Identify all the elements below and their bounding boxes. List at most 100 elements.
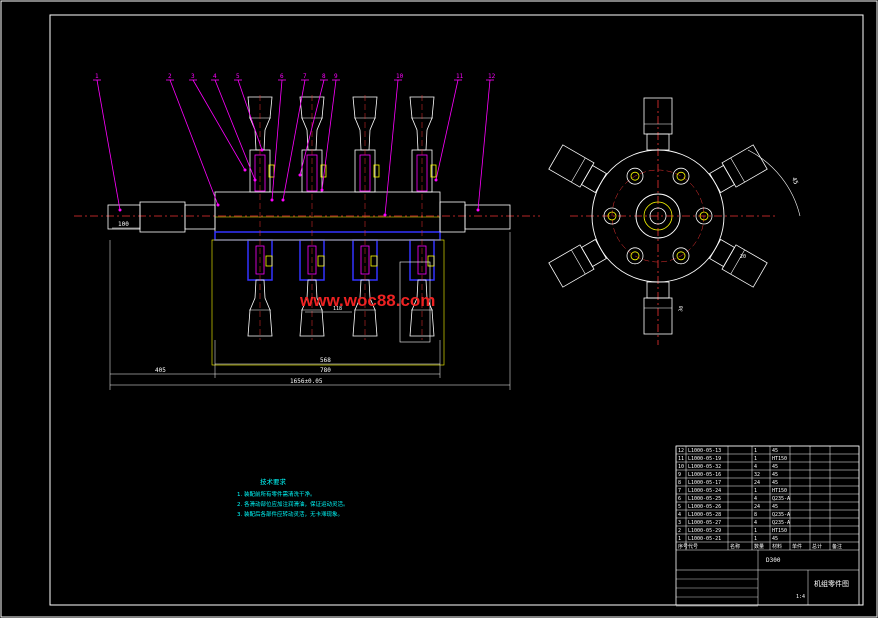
bom-cell: L1000-05-17 [688, 480, 721, 486]
watermark-text: www.woc88.com [299, 291, 435, 310]
bom-cell: 1 [754, 456, 757, 462]
leader-dot [320, 188, 324, 192]
bom-cell: 8 [754, 512, 757, 518]
main-body [214, 191, 441, 233]
balloon-1: 1 [95, 73, 99, 80]
bom-cell: 9 [678, 472, 681, 478]
leader-line [96, 79, 121, 211]
balloon-9: 9 [334, 73, 338, 80]
outer-frame [0, 0, 878, 618]
balloon-5: 5 [236, 73, 240, 80]
bom-cell: HT150 [772, 456, 787, 462]
bom-cell: L1000-05-24 [688, 488, 721, 494]
arm-cup [721, 144, 768, 188]
bom-header-cell: 材料 [772, 543, 782, 550]
balloon-10: 10 [396, 73, 404, 80]
bom-cell: 45 [772, 472, 778, 478]
title-code: D300 [766, 557, 781, 564]
leader-line [477, 79, 491, 211]
note-1: 1. 装配前所有零件需清洗干净。 [237, 490, 316, 498]
leader-line [384, 79, 399, 216]
leader-dot [243, 168, 247, 172]
dim-side-b: 20 [740, 254, 746, 260]
inner-frame [49, 14, 864, 606]
leader-dot [298, 173, 302, 177]
arm-neck [580, 238, 607, 268]
balloon-2: 2 [168, 73, 172, 80]
bom-cell: 4 [754, 464, 757, 470]
arm-neck [709, 238, 736, 268]
leader-dot [270, 198, 274, 202]
bom-cell: 4 [754, 496, 757, 502]
bom-header-cell: 序号 [678, 543, 688, 550]
radial-arm-6 [548, 144, 607, 194]
leader-line [435, 79, 459, 181]
dim-left-seg: 405 [155, 367, 166, 374]
arm-band [571, 249, 586, 275]
bom-header-cell: 备注 [832, 543, 842, 550]
lower-plate [214, 231, 441, 241]
balloon-6: 6 [280, 73, 284, 80]
dim-side-c: 30 [678, 305, 685, 312]
arm-neck [580, 164, 607, 194]
bom-cell: 8 [678, 480, 681, 486]
bom-cell: 4 [754, 520, 757, 526]
dim-left-stub: 100 [118, 221, 129, 228]
notes-title: 技术要求 [260, 477, 287, 486]
bom-cell: 5 [678, 504, 681, 510]
bom-cell: 1 [754, 528, 757, 534]
bom-cell: Q235-A [772, 520, 790, 526]
cad-drawing-canvas: 100 405 780 568 1656±0.05 118 1234567891… [0, 0, 878, 618]
lower-bolt [265, 255, 273, 267]
leader-line [321, 79, 337, 191]
arm-cup [548, 144, 595, 188]
bill-of-materials: 12 L1000-05-13 1 4511 L1000-05-19 1 HT15010 L10… [675, 445, 860, 607]
arm-cup [548, 244, 595, 288]
balloon-4: 4 [213, 73, 217, 80]
shaft-right-end [464, 204, 511, 230]
leader-line [169, 79, 219, 206]
shaft-left-neck [184, 204, 216, 230]
leader-line [192, 79, 246, 171]
bolt-hole-inner [630, 251, 640, 261]
bom-cell: 45 [772, 480, 778, 486]
shaft-left-section [139, 201, 186, 233]
lower-bolt [370, 255, 378, 267]
arm-cup [721, 244, 768, 288]
bom-cell: 7 [678, 488, 681, 494]
bom-cell: L1000-05-19 [688, 456, 721, 462]
note-3: 3. 装配后各部件应转动灵活，无卡滞现象。 [237, 510, 343, 518]
dim-side-a: 45 [790, 176, 799, 186]
bom-cell: 1 [754, 448, 757, 454]
bom-cell: 2 [678, 528, 681, 534]
bom-cell: L1000-05-16 [688, 472, 721, 478]
lower-bolt [427, 255, 435, 267]
title-name: 机组零件图 [814, 579, 849, 588]
bom-cell: HT150 [772, 488, 787, 494]
arm-band [730, 157, 745, 183]
bolt-hole-inner [676, 171, 686, 181]
balloon-7: 7 [303, 73, 307, 80]
bom-cell: HT150 [772, 528, 787, 534]
bom-header-cell: 名称 [730, 543, 740, 550]
shaft-right-section [439, 201, 466, 233]
bom-cell: L1000-05-28 [688, 512, 721, 518]
bom-header-cell: 单件 [792, 543, 802, 550]
bom-header-cell: 总计 [812, 543, 822, 550]
bom-cell: 45 [772, 448, 778, 454]
radial-arm-3 [709, 238, 768, 288]
bom-cell: Q235-A [772, 512, 790, 518]
bom-cell: L1000-05-27 [688, 520, 721, 526]
leader-dot [118, 208, 122, 212]
bom-cell: 12 [678, 448, 684, 454]
bom-cell: 1 [754, 536, 757, 542]
bom-cell: 24 [754, 504, 760, 510]
balloon-11: 11 [456, 73, 464, 80]
leader-dot [434, 178, 438, 182]
arm-neck [709, 164, 736, 194]
radial-arm-2 [709, 144, 768, 194]
arm-band [571, 157, 586, 183]
bom-cell: L1000-05-21 [688, 536, 721, 542]
technical-notes: 技术要求 1. 装配前所有零件需清洗干净。 2. 各滑动部位应加注润滑油，保证运… [237, 477, 349, 518]
bom-cell: 45 [772, 536, 778, 542]
